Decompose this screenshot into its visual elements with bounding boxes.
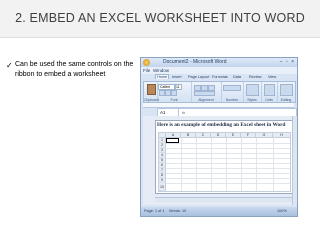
paste-icon[interactable] bbox=[147, 84, 156, 95]
group-label-clipboard: Clipboard bbox=[144, 98, 159, 102]
checkmark-icon: ✓ bbox=[6, 61, 13, 70]
tab-data[interactable]: Data bbox=[233, 75, 241, 79]
ribbon-group-alignment: Alignment bbox=[191, 82, 222, 102]
ribbon-group-font: Calibri 11 Font bbox=[157, 82, 192, 102]
grid-line bbox=[273, 138, 274, 191]
editing-button[interactable] bbox=[280, 84, 293, 96]
slide-title: 2. EMBED AN EXCEL WORKSHEET INTO WORD bbox=[15, 11, 305, 25]
window-title: Document2 - Microsoft Word bbox=[163, 59, 227, 65]
ribbon-group-number: Number bbox=[221, 82, 244, 102]
group-label-cells: Cells bbox=[265, 98, 273, 102]
tab-home[interactable]: Home bbox=[155, 74, 170, 79]
grid-line bbox=[226, 138, 227, 191]
wrap-text-button[interactable] bbox=[194, 91, 215, 96]
group-label-alignment: Alignment bbox=[198, 98, 214, 102]
grid-line bbox=[241, 138, 242, 191]
grid-line bbox=[166, 143, 290, 144]
name-box[interactable]: A1 bbox=[158, 109, 179, 116]
column-header[interactable]: H bbox=[273, 133, 290, 138]
underline-button[interactable] bbox=[171, 90, 177, 96]
menu-file[interactable]: File bbox=[143, 68, 150, 73]
number-format-box[interactable] bbox=[223, 85, 241, 91]
grid-line bbox=[166, 153, 290, 154]
status-bar: Page: 1 of 1 Words: 10 100% bbox=[141, 207, 297, 216]
cells-button[interactable] bbox=[264, 84, 275, 96]
bullet-text: Can be used the same controls on the rib… bbox=[15, 61, 134, 78]
ribbon-group-editing: Editing bbox=[277, 82, 295, 102]
column-header[interactable]: G bbox=[256, 133, 273, 138]
grid-line bbox=[211, 138, 212, 191]
horizontal-scrollbar[interactable] bbox=[155, 197, 292, 202]
grid-line bbox=[256, 138, 257, 191]
title-divider bbox=[0, 37, 320, 38]
grid-line bbox=[166, 178, 290, 179]
ribbon: Clipboard Calibri 11 Font Alignment Numb… bbox=[143, 81, 296, 103]
group-label-number: Number bbox=[225, 98, 239, 102]
grid-line bbox=[166, 163, 290, 164]
document-heading: Here is an example of embedding an Excel… bbox=[157, 122, 286, 128]
zoom-level[interactable]: 100% bbox=[277, 209, 287, 213]
column-header[interactable]: D bbox=[211, 133, 226, 138]
word-titlebar: Document2 - Microsoft Word – ▫ × bbox=[141, 58, 297, 67]
worksheet-grid[interactable]: A B C D E F G H 1 2 3 4 5 6 7 8 9 10 bbox=[158, 132, 291, 192]
column-header[interactable]: F bbox=[241, 133, 256, 138]
status-page: Page: 1 of 1 bbox=[144, 209, 165, 213]
word-window-screenshot: Document2 - Microsoft Word – ▫ × File Wi… bbox=[140, 57, 298, 217]
fx-label[interactable]: fx bbox=[182, 109, 185, 116]
styles-button[interactable] bbox=[246, 84, 259, 96]
column-header[interactable]: E bbox=[226, 133, 241, 138]
group-label-styles: Styles bbox=[247, 98, 257, 102]
tab-review[interactable]: Review bbox=[249, 75, 261, 79]
active-cell-a1[interactable] bbox=[166, 138, 179, 143]
grid-line bbox=[181, 138, 182, 191]
grid-line bbox=[196, 138, 197, 191]
grid-line bbox=[166, 168, 290, 169]
group-label-font: Font bbox=[170, 98, 178, 102]
vertical-scrollbar[interactable] bbox=[292, 116, 297, 205]
column-header[interactable]: C bbox=[196, 133, 211, 138]
grid-line bbox=[166, 158, 290, 159]
tab-formulas[interactable]: Formulas bbox=[212, 75, 228, 79]
column-header[interactable]: B bbox=[181, 133, 196, 138]
grid-line bbox=[166, 148, 290, 149]
tab-view[interactable]: View bbox=[268, 75, 276, 79]
office-button-icon[interactable] bbox=[143, 59, 150, 66]
menu-window[interactable]: Window bbox=[153, 68, 169, 73]
window-controls[interactable]: – ▫ × bbox=[280, 59, 295, 65]
ribbon-group-clipboard: Clipboard bbox=[144, 82, 159, 102]
row-header[interactable]: 10 bbox=[159, 183, 166, 191]
menu-bar: File Window bbox=[141, 67, 297, 74]
ribbon-group-styles: Styles bbox=[243, 82, 262, 102]
tab-page-layout[interactable]: Page Layout bbox=[188, 75, 209, 79]
grid-line bbox=[166, 183, 290, 184]
tab-insert[interactable]: Insert bbox=[172, 75, 182, 79]
group-label-editing: Editing bbox=[280, 98, 292, 102]
grid-line bbox=[166, 173, 290, 174]
status-words: Words: 10 bbox=[169, 209, 187, 213]
ribbon-group-cells: Cells bbox=[261, 82, 278, 102]
